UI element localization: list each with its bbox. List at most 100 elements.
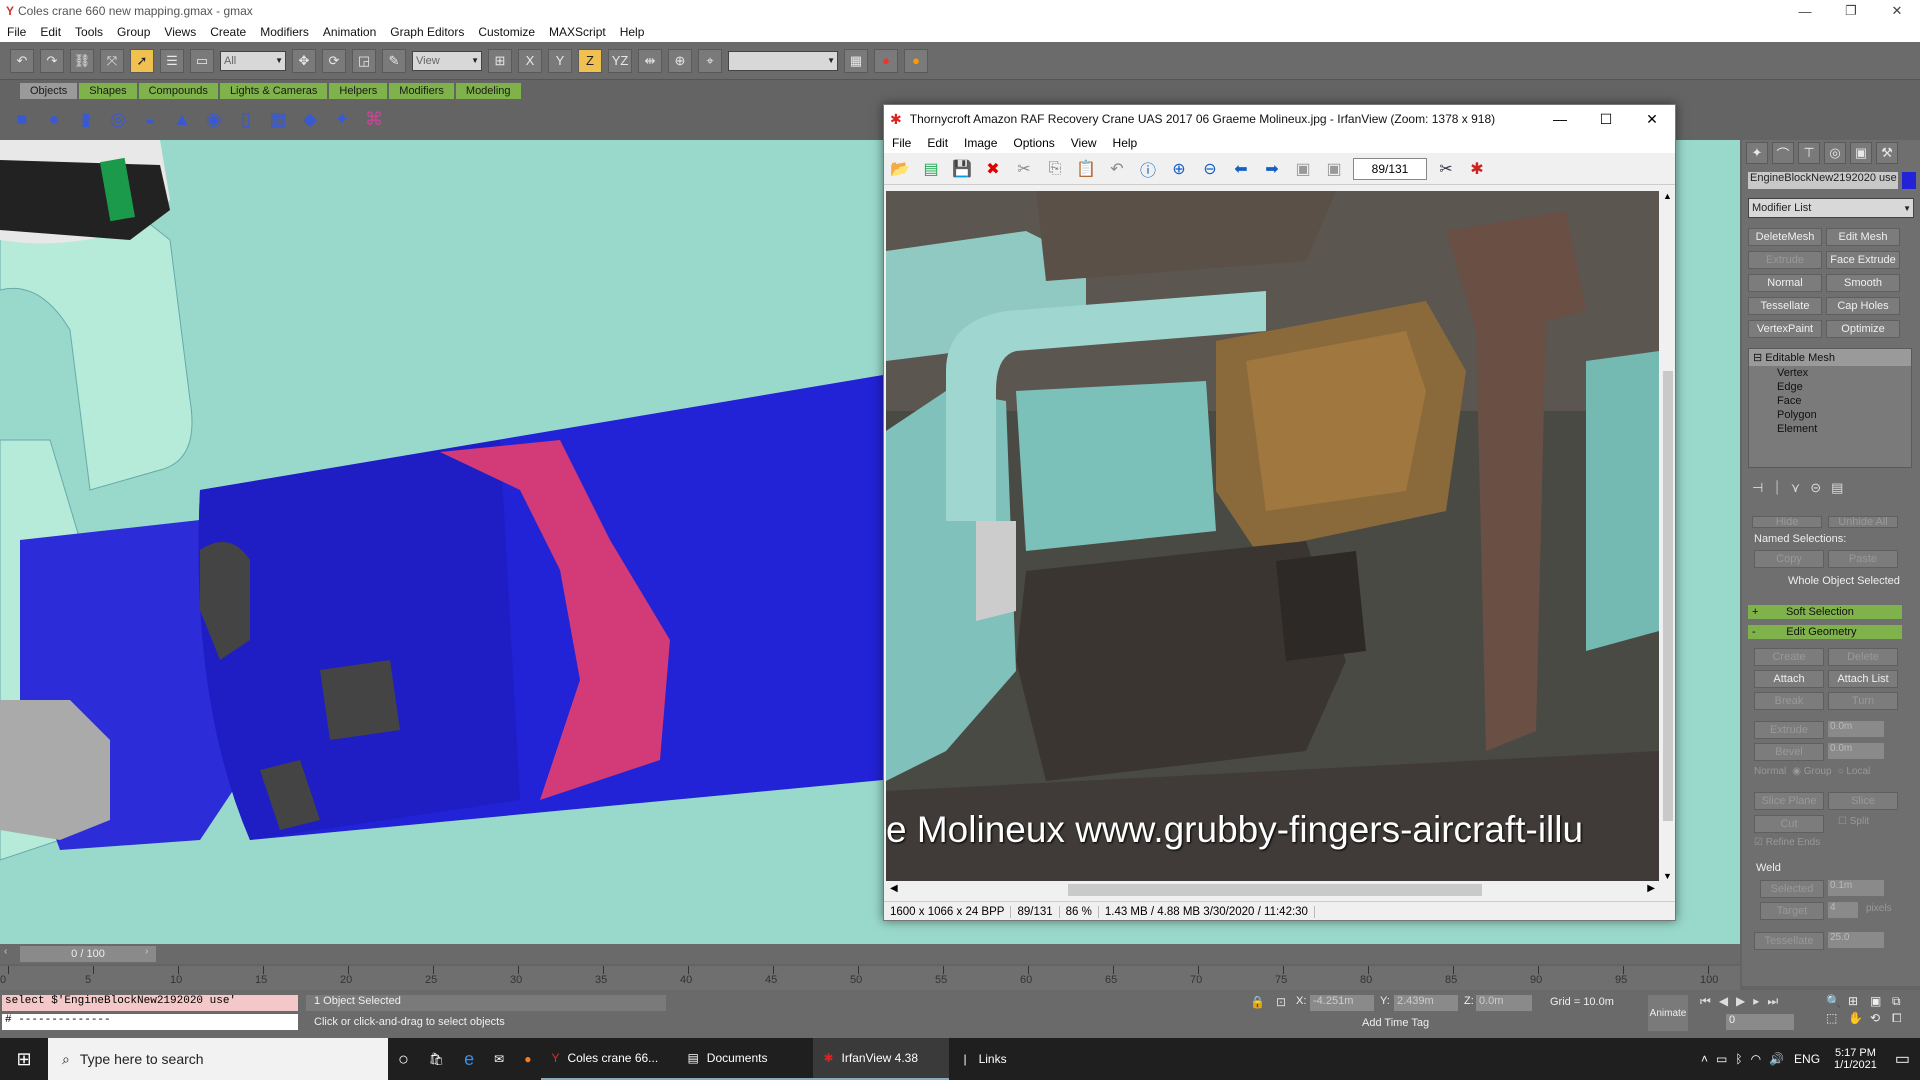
taskbar-app-irfanview[interactable]: ✱ IrfanView 4.38: [813, 1038, 950, 1080]
tab-lights-cameras[interactable]: Lights & Cameras: [219, 83, 328, 99]
bevel-button[interactable]: Bevel: [1754, 743, 1824, 761]
edit-mesh-button[interactable]: Edit Mesh: [1826, 228, 1900, 246]
slice-button[interactable]: Slice: [1828, 792, 1898, 810]
utilities-panel-icon[interactable]: ⚒: [1876, 142, 1898, 164]
taskbar-app-documents[interactable]: ▤ Documents: [677, 1038, 814, 1080]
stack-item-editable-mesh[interactable]: ⊟ Editable Mesh: [1749, 349, 1911, 366]
axis-yz-icon[interactable]: YZ: [608, 48, 632, 73]
menu-tools[interactable]: Tools: [68, 25, 110, 39]
redo-icon[interactable]: ↷: [40, 48, 64, 73]
copy-icon[interactable]: ⎘: [1043, 157, 1067, 181]
time-slider[interactable]: 0 / 100 ‹ ›: [0, 944, 1740, 964]
maximize-button[interactable]: ❐: [1828, 0, 1874, 22]
edit-geometry-rollout[interactable]: - Edit Geometry: [1748, 625, 1902, 639]
weld-target-button[interactable]: Target: [1760, 902, 1824, 920]
menu-file[interactable]: File: [0, 25, 33, 39]
extrude-button[interactable]: Extrude: [1754, 721, 1824, 739]
mail-icon[interactable]: ✉: [484, 1038, 514, 1080]
cylinder-icon[interactable]: ▮: [74, 107, 98, 131]
zoom-all-icon[interactable]: ⊞: [1848, 994, 1868, 1009]
menu-modifiers[interactable]: Modifiers: [253, 25, 316, 39]
irfan-menu-image[interactable]: Image: [956, 136, 1005, 150]
align-icon[interactable]: ⊕: [668, 48, 692, 73]
absolute-mode-icon[interactable]: ⊡: [1276, 995, 1286, 1009]
menu-maxscript[interactable]: MAXScript: [542, 25, 613, 39]
displayed-photo[interactable]: e Molineux www.grubby-fingers-aircraft-i…: [886, 191, 1659, 881]
refine-ends-checkbox[interactable]: ☑ Refine Ends: [1754, 837, 1820, 848]
select-rotate-icon[interactable]: ⟳: [322, 48, 346, 73]
zoom-extents-all-icon[interactable]: ⧉: [1892, 994, 1912, 1009]
tab-modifiers[interactable]: Modifiers: [389, 83, 454, 99]
animate-button[interactable]: Animate: [1648, 995, 1688, 1031]
create-panel-icon[interactable]: ✦: [1746, 142, 1768, 164]
paste-button[interactable]: Paste: [1828, 550, 1898, 568]
bevel-amount-field[interactable]: 0.0m: [1828, 743, 1884, 759]
link-icon[interactable]: ⛓: [70, 48, 94, 73]
edge-icon[interactable]: e: [454, 1038, 484, 1080]
irfan-menu-edit[interactable]: Edit: [919, 136, 956, 150]
tension-field[interactable]: 25.0: [1828, 932, 1884, 948]
tray-volume-icon[interactable]: 🔊: [1765, 1038, 1788, 1080]
zoom-in-icon[interactable]: ⊕: [1167, 157, 1191, 181]
selection-filter-dropdown[interactable]: All: [220, 50, 286, 71]
menu-edit[interactable]: Edit: [33, 25, 68, 39]
slider-left-arrow[interactable]: ‹: [4, 946, 7, 957]
snap-icon[interactable]: ⌖: [698, 48, 722, 73]
tube-icon[interactable]: ▯: [234, 107, 258, 131]
weld-threshold-field[interactable]: 0.1m: [1828, 880, 1884, 896]
tray-chevron-icon[interactable]: ˄: [1697, 1038, 1712, 1080]
pivot-icon[interactable]: ⊞: [488, 48, 512, 73]
tray-wifi-icon[interactable]: ◠: [1747, 1038, 1765, 1080]
tab-helpers[interactable]: Helpers: [329, 83, 388, 99]
motion-panel-icon[interactable]: ◎: [1824, 142, 1846, 164]
last-page-icon[interactable]: ▣: [1322, 157, 1346, 181]
local-radio[interactable]: ○ Local: [1838, 766, 1871, 777]
next-icon[interactable]: ➡: [1260, 157, 1284, 181]
space-warp-icon[interactable]: ⌘: [362, 107, 386, 131]
capsule-icon[interactable]: ✦: [330, 107, 354, 131]
menu-help[interactable]: Help: [613, 25, 652, 39]
maxscript-input[interactable]: # --------------: [2, 1014, 298, 1030]
lock-selection-icon[interactable]: 🔒: [1250, 995, 1265, 1009]
horizontal-scrollbar[interactable]: ◀ ▶: [886, 881, 1659, 899]
hedra-icon[interactable]: ◆: [298, 107, 322, 131]
split-checkbox[interactable]: ☐ Split: [1838, 816, 1869, 827]
vertexpaint-button[interactable]: VertexPaint: [1748, 320, 1822, 338]
delete-button[interactable]: Delete: [1828, 648, 1898, 666]
irfan-close-button[interactable]: ✕: [1629, 105, 1675, 133]
box-icon[interactable]: ■: [10, 107, 34, 131]
y-coordinate[interactable]: 2.439m: [1394, 995, 1458, 1011]
tab-shapes[interactable]: Shapes: [79, 83, 137, 99]
menu-group[interactable]: Group: [110, 25, 157, 39]
attach-list-button[interactable]: Attach List: [1828, 670, 1898, 688]
slider-right-arrow[interactable]: ›: [145, 946, 148, 957]
pin-stack-icon[interactable]: ⊣: [1752, 480, 1763, 496]
render-icon[interactable]: ●: [874, 48, 898, 73]
menu-views[interactable]: Views: [157, 25, 203, 39]
object-color-swatch[interactable]: [1902, 172, 1916, 189]
geosphere-icon[interactable]: ◉: [202, 107, 226, 131]
remove-modifier-icon[interactable]: ⊝: [1810, 480, 1821, 496]
taskbar-app-gmax[interactable]: Y Coles crane 66...: [541, 1038, 678, 1080]
tray-clock[interactable]: 5:17 PM 1/1/2021: [1826, 1038, 1885, 1080]
axis-y-icon[interactable]: Y: [548, 48, 572, 73]
irfan-maximize-button[interactable]: ☐: [1583, 105, 1629, 133]
menu-animation[interactable]: Animation: [316, 25, 383, 39]
vertical-scrollbar[interactable]: ▲ ▼: [1661, 191, 1675, 881]
save-icon[interactable]: 💾: [950, 157, 974, 181]
menu-create[interactable]: Create: [203, 25, 253, 39]
manipulate-icon[interactable]: ✎: [382, 48, 406, 73]
teapot-icon[interactable]: ◒: [138, 107, 162, 131]
info-icon[interactable]: ⓘ: [1136, 157, 1160, 181]
task-view-icon[interactable]: ○: [388, 1038, 419, 1080]
make-unique-icon[interactable]: ⋎: [1791, 480, 1801, 496]
rectangle-select-icon[interactable]: ▭: [190, 48, 214, 73]
attach-button[interactable]: Attach: [1754, 670, 1824, 688]
store-icon[interactable]: 🛍: [419, 1038, 454, 1080]
zoom-icon[interactable]: 🔍: [1826, 994, 1846, 1009]
smooth-button[interactable]: Smooth: [1826, 274, 1900, 292]
undo-icon[interactable]: ↶: [10, 48, 34, 73]
tray-language[interactable]: ENG: [1788, 1038, 1826, 1080]
irfan-menu-view[interactable]: View: [1063, 136, 1105, 150]
hide-button[interactable]: Hide: [1752, 516, 1822, 528]
